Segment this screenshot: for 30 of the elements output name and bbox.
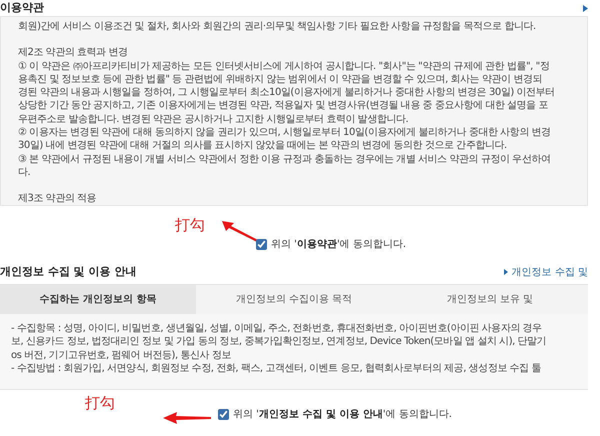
triangle-icon [504, 269, 508, 275]
privacy-text: - 수집방법 : 회원가입, 서면양식, 회원정보 수정, 전화, 팩스, 고객센터, 이벤트 응모, 협력회사로부터의 제공, 생성정보 수집 툴 [11, 362, 541, 376]
privacy-text: os 버전, 기기고유번호, 펌웨어 버전등), 통신사 정보 [11, 348, 231, 362]
terms-text: 제2조 약관의 효력과 변경 [18, 46, 128, 60]
terms-text: 용촉진 및 정보보호 등에 관한 법률" 등 관련법에 위배하지 않는 범위에서 이 약관을 변경할 수 있으며, 회사는 약관이 변경되 [18, 72, 542, 86]
annotation-text: 打勾 [85, 393, 115, 414]
privacy-text: 보, 신용카드 정보, 법정대리인 정보 및 가입 동의 정보, 중복가입확인정보, 연계정보, Device Token(모바일 앱 설치 시), 단말기 [11, 335, 546, 349]
agree-text: 위의 '개인정보 수집 및 이용 안내'에 동의합니다. [233, 408, 452, 422]
terms-text: ② 이용자는 변경된 약관에 대해 동의하지 않을 권리가 있으며, 시행일로부터 10일(이용자에게 불리하거나 중대한 사항의 변경 [18, 126, 551, 140]
terms-text: 우편주소로 발송합니다. 변경된 약관은 공시하거나 고지한 시행일로부터 효력이 발생합니다. [18, 112, 408, 126]
triangle-icon[interactable] [583, 4, 588, 12]
arrow-icon [163, 412, 211, 424]
terms-text: 상당한 기간 동안 공지하고, 기존 이용자에게는 변경된 약관, 적용일자 및 변경사유(변경될 내용 중 중요사항에 대한 설명을 포 [18, 99, 548, 113]
terms-text: 다. [18, 166, 30, 180]
privacy-link[interactable]: 개인정보 수집 및 [512, 264, 588, 280]
section-title: 이용약관 [0, 0, 44, 16]
agree-checkbox[interactable] [256, 239, 267, 250]
terms-text: ③ 본 약관에서 규정된 내용이 개별 서비스 약관에서 정한 이용 규정과 충돌하는 경우에는 개별 서비스 약관의 규정이 우선하여 [18, 152, 550, 166]
agree-text: 위의 '이용약관'에 동의합니다. [271, 238, 406, 252]
terms-text: ① 이 약관은 ㈜아프리카티비가 제공하는 모든 인터넷서비스에 게시하여 공시합니다. "회사"는 "약관의 규제에 관한 법률", "정 [18, 60, 550, 73]
agree-checkbox[interactable] [218, 409, 229, 420]
annotation-text: 打勾 [175, 215, 205, 236]
privacy-text: - 수집항목 : 성명, 아이디, 비밀번호, 생년월일, 성별, 이메일, 주소, 전화번호, 휴대전화번호, 아이핀번호(아이핀 사용자의 경우 [11, 322, 542, 336]
tab[interactable]: 수집하는 개인정보의 항목 [0, 285, 196, 314]
terms-text: 제3조 약관의 적용 [18, 192, 96, 206]
arrow-icon [222, 220, 258, 242]
terms-text: 경된 약관의 내용과 시행일을 정하여, 그 시행일로부터 최소10일(이용자에게 불리하거나 중대한 사항의 변경은 30일) 이전부터 [18, 86, 555, 100]
terms-text: 30일) 내에 변경된 약관에 대해 거절의 의사를 표시하지 않았을 때에는 본 약관의 변경에 동의한 것으로 간주합니다. [18, 139, 507, 153]
section-title: 개인정보 수집 및 이용 안내 [0, 264, 136, 280]
terms-text: 회원)간에 서비스 이용조건 및 절차, 회사와 회원간의 권리·의무및 책임사항 기타 필요한 사항을 규정함을 목적으로 합니다. [18, 20, 536, 34]
